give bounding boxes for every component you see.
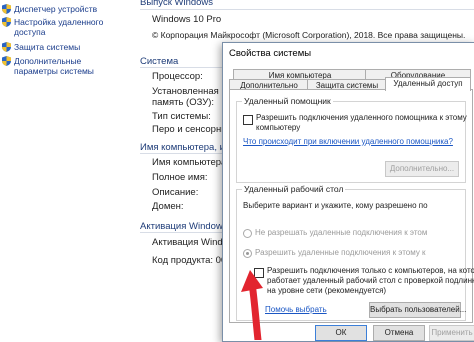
nla-only-label-line2: работает удаленный рабочий стол с провер… [267,276,474,285]
allow-remote-assistance-checkbox[interactable] [243,115,253,125]
tab-remote-access[interactable]: Удаленный доступ [385,77,471,91]
edition-heading: Выпуск Windows [140,0,214,8]
cancel-button[interactable]: Отмена [373,325,425,341]
divider [140,9,474,10]
sidebar-item-label: Дополнительные параметры системы [14,56,94,76]
allow-remote-connections-radio[interactable] [243,249,252,258]
remote-desktop-title: Удаленный рабочий стол [242,184,346,194]
sidebar-item-label: Диспетчер устройств [14,4,98,14]
remote-desktop-group: Удаленный рабочий стол Выберите вариант … [236,184,474,321]
description-label: Описание: [152,187,199,198]
deny-remote-connections-radio[interactable] [243,229,252,238]
activation-heading: Активация Windows [140,221,228,232]
sidebar-item-advanced-settings[interactable]: Дополнительные параметры системы [2,56,124,76]
system-properties-dialog: Свойства системы Имя компьютера Оборудов… [222,42,474,342]
nla-only-label: Разрешить подключения только с компьютер… [267,266,474,275]
allow-remote-connections-label: Разрешить удаленные подключения к этому … [255,248,426,257]
apply-button[interactable]: Применить [429,325,474,341]
sidebar-item-device-manager[interactable]: Диспетчер устройств [2,4,97,14]
full-name-label: Полное имя: [152,172,208,183]
copyright-text: © Корпорация Майкрософт (Microsoft Corpo… [152,30,466,40]
sidebar-item-label: Настройка удаленного доступа [14,17,104,37]
tab-panel-remote: Удаленный помощник Разрешить подключения… [229,89,474,323]
sidebar-item-remote-settings[interactable]: Настройка удаленного доступа [2,17,114,37]
dialog-title: Свойства системы [229,48,312,59]
ok-button[interactable]: ОК [315,325,367,341]
computer-name-label: Имя компьютера: [152,157,229,168]
shield-icon [2,17,11,27]
divider [140,232,222,233]
sidebar-item-system-protection[interactable]: Защита системы [2,42,80,52]
shield-icon [2,56,11,66]
divider [140,153,222,154]
shield-icon [2,42,11,52]
select-users-button[interactable]: Выбрать пользователей... [369,302,466,318]
nla-only-checkbox[interactable] [254,268,264,278]
allow-remote-assistance-label-line2: компьютеру [256,123,301,132]
remote-assistance-title: Удаленный помощник [242,96,333,106]
remote-assistance-advanced-button[interactable]: Дополнительно... [385,161,459,177]
sidebar: Диспетчер устройств Настройка удаленного… [0,0,130,340]
divider [140,67,222,68]
help-me-choose-link[interactable]: Помочь выбрать [265,305,327,315]
sidebar-item-label: Защита системы [14,42,81,52]
ram-label: Установленная память (ОЗУ): [152,86,219,108]
edition-value: Windows 10 Pro [152,14,222,25]
nla-only-label-line3: на уровне сети (рекомендуется) [267,286,387,295]
remote-assistance-group: Удаленный помощник Разрешить подключения… [236,96,467,183]
shield-icon [2,4,11,14]
system-heading: Система [140,56,179,67]
domain-label: Домен: [152,201,184,212]
remote-desktop-prompt: Выберите вариант и укажите, кому разреше… [243,201,428,210]
allow-remote-assistance-label: Разрешить подключения удаленного помощни… [256,113,467,122]
remote-assistance-help-link[interactable]: Что происходит при включении удаленного … [243,137,453,147]
system-type-label: Тип системы: [152,111,211,122]
processor-label: Процессор: [152,71,203,82]
deny-remote-connections-label: Не разрешать удаленные подключения к это… [255,228,428,237]
